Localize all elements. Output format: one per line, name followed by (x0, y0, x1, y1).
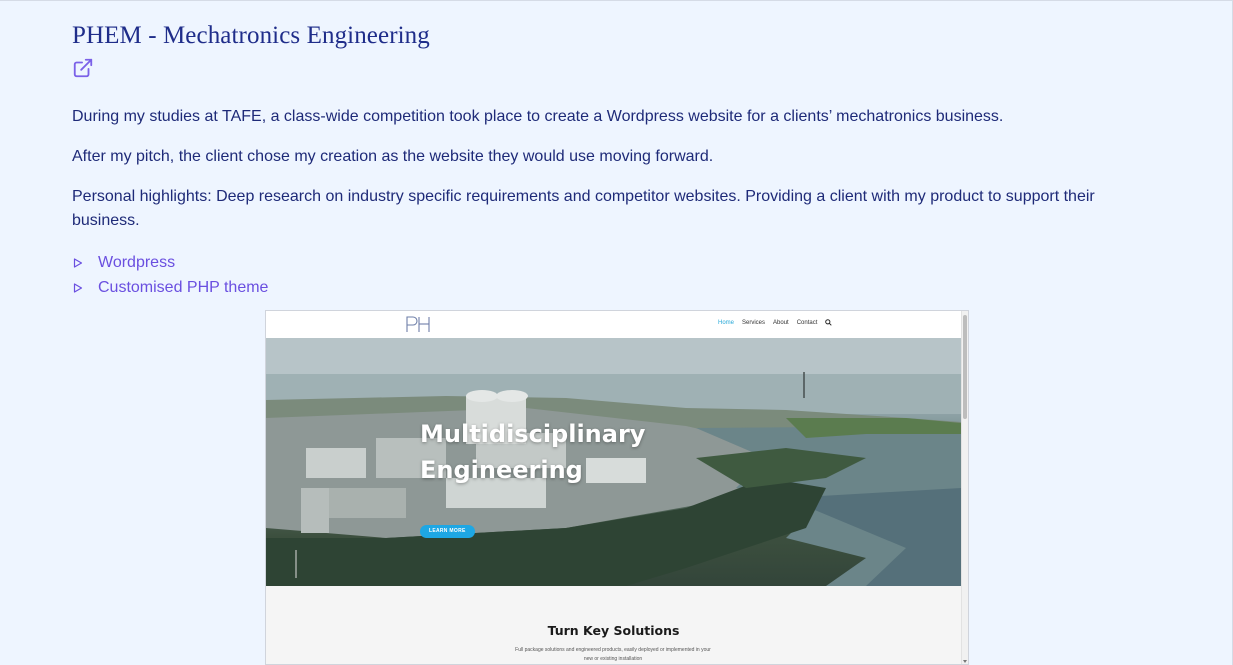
scroll-down-arrow-icon (963, 660, 967, 663)
description-paragraph-2: After my pitch, the client chose my crea… (72, 148, 714, 165)
screenshot-nav-contact: Contact (796, 320, 818, 326)
tech-item-label: Customised PHP theme (98, 278, 269, 296)
search-icon (825, 319, 833, 326)
scrollbar-thumb (963, 315, 967, 419)
section-title: Turn Key Solutions (547, 623, 680, 638)
section-text: Full package solutions and engineered pr… (515, 647, 711, 662)
triangle-right-icon (72, 282, 98, 293)
screenshot-menu: Home Services About Contact (718, 319, 833, 326)
hero-title: Multidisciplinary Engineering (420, 420, 646, 484)
project-page: PHEM - Mechatronics Engineering During m… (0, 0, 1233, 665)
external-link-icon[interactable] (72, 57, 94, 79)
screenshot-nav-about: About (773, 320, 789, 326)
tech-item-label: Wordpress (98, 253, 176, 271)
tech-list: Wordpress Customised PHP theme (72, 250, 268, 300)
project-content: PHEM - Mechatronics Engineering (72, 19, 1152, 84)
description-paragraph-3: Personal highlights: Deep research on in… (72, 188, 1095, 229)
hero-image: Multidisciplinary Engineering LEARN MORE (266, 338, 961, 586)
triangle-right-icon (72, 257, 98, 268)
screenshot-navbar: Home Services About Contact (266, 311, 961, 339)
tech-item-php-theme[interactable]: Customised PHP theme (72, 275, 268, 300)
description-paragraph-1: During my studies at TAFE, a class-wide … (72, 108, 1004, 125)
screenshot-scrollbar (961, 311, 968, 664)
learn-more-button[interactable]: LEARN MORE (420, 525, 475, 538)
website-screenshot: Home Services About Contact Multidiscipl… (266, 311, 968, 664)
tech-item-wordpress[interactable]: Wordpress (72, 250, 268, 275)
turn-key-section: Turn Key Solutions Full package solution… (266, 586, 961, 664)
screenshot-nav-services: Services (742, 320, 766, 326)
screenshot-nav-home: Home (718, 320, 735, 326)
project-title: PHEM - Mechatronics Engineering (72, 22, 430, 49)
ph-logo (406, 316, 430, 332)
